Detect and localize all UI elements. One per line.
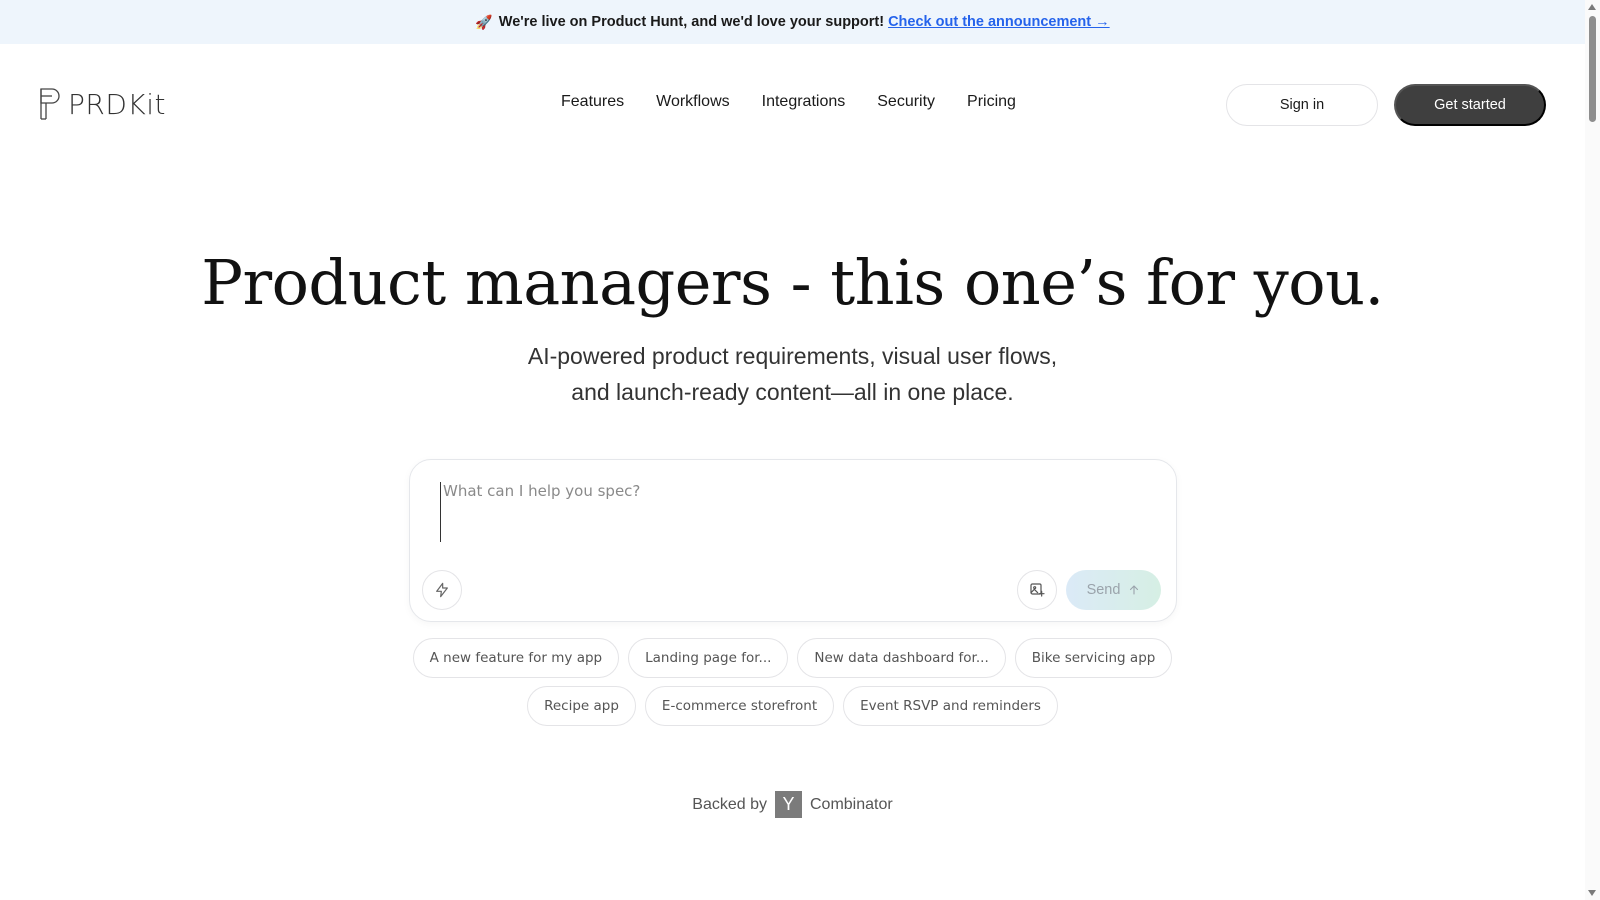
nav-features[interactable]: Features	[561, 93, 624, 111]
suggestion-row-2: Recipe app E-commerce storefront Event R…	[0, 686, 1585, 726]
quick-action-button[interactable]	[422, 570, 462, 610]
site-header: PRDKit Features Workflows Integrations S…	[0, 44, 1585, 166]
send-button[interactable]: Send	[1066, 570, 1161, 610]
hero-subtitle: AI-powered product requirements, visual …	[0, 338, 1585, 410]
attach-image-button[interactable]	[1017, 570, 1057, 610]
suggestion-chip[interactable]: A new feature for my app	[412, 638, 620, 678]
hero-title: Product managers - this one’s for you.	[201, 246, 1384, 319]
backer-name: Combinator	[810, 795, 893, 813]
suggestion-chip[interactable]: Bike servicing app	[1014, 638, 1173, 678]
suggestion-row-1: A new feature for my app Landing page fo…	[0, 638, 1585, 678]
suggestion-chip[interactable]: New data dashboard for...	[797, 638, 1006, 678]
ycombinator-logo-icon: Y	[775, 791, 802, 818]
image-add-icon	[1030, 583, 1045, 597]
announcement-banner: 🚀 We're live on Product Hunt, and we'd l…	[0, 0, 1585, 44]
scroll-thumb[interactable]	[1589, 16, 1596, 122]
suggestion-chip[interactable]: Recipe app	[527, 686, 636, 726]
suggestion-chip[interactable]: Landing page for...	[628, 638, 789, 678]
rocket-icon: 🚀	[475, 13, 493, 30]
suggestion-chip[interactable]: Event RSVP and reminders	[843, 686, 1058, 726]
lightning-icon	[436, 582, 448, 598]
nav-security[interactable]: Security	[877, 93, 935, 111]
backed-by-label: Backed by	[692, 795, 767, 813]
suggestion-chip[interactable]: E-commerce storefront	[644, 686, 835, 726]
get-started-button[interactable]: Get started	[1394, 84, 1546, 126]
logo[interactable]: PRDKit	[38, 86, 166, 122]
scroll-up-icon[interactable]	[1588, 4, 1596, 10]
prompt-input[interactable]	[440, 482, 1140, 542]
prompt-box: Send	[409, 459, 1177, 622]
hero-subtitle-line-2: and launch-ready content—all in one plac…	[571, 379, 1014, 405]
main-nav: Features Workflows Integrations Security…	[561, 93, 1016, 111]
sign-in-button[interactable]: Sign in	[1226, 84, 1378, 126]
nav-pricing[interactable]: Pricing	[967, 93, 1016, 111]
banner-text: We're live on Product Hunt, and we'd lov…	[498, 14, 885, 30]
scroll-down-icon[interactable]	[1588, 890, 1596, 896]
nav-workflows[interactable]: Workflows	[656, 93, 730, 111]
arrow-up-icon	[1130, 585, 1139, 595]
hero-subtitle-line-1: AI-powered product requirements, visual …	[527, 343, 1058, 369]
prdkit-logo-icon	[40, 88, 60, 120]
send-label: Send	[1086, 582, 1121, 598]
nav-integrations[interactable]: Integrations	[762, 93, 846, 111]
logo-text: PRDKit	[68, 87, 167, 121]
scrollbar[interactable]	[1585, 0, 1600, 900]
backed-by: Backed by Y Combinator	[0, 791, 1585, 818]
announcement-link[interactable]: Check out the announcement →	[888, 14, 1110, 30]
